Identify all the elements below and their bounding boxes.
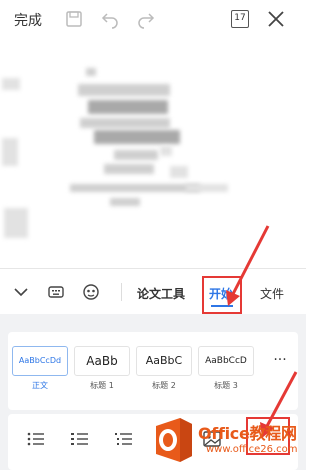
- office-logo-icon: [156, 418, 192, 462]
- watermark: Office教程网 www.office26.com: [150, 414, 300, 466]
- watermark-url: www.office26.com: [206, 444, 298, 455]
- watermark-title: Office教程网: [198, 424, 297, 443]
- annotation-arrows: [226, 225, 298, 438]
